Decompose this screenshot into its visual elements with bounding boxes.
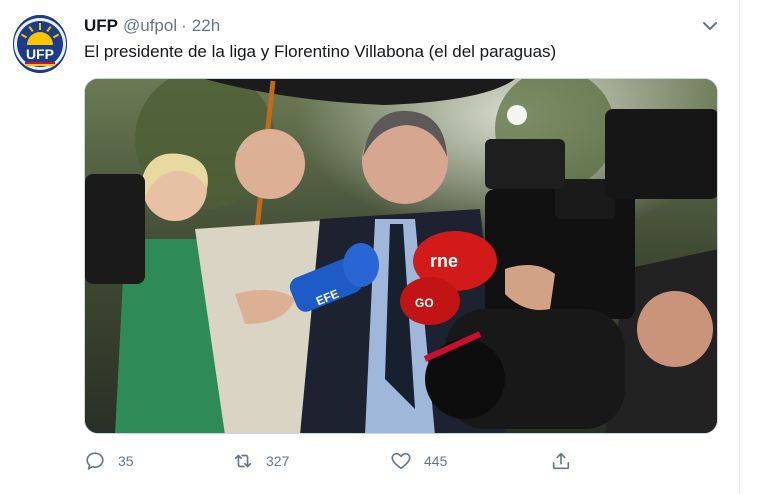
more-options-chevron-icon[interactable] xyxy=(700,18,720,34)
like-count: 445 xyxy=(424,453,448,469)
mic-label-rne: rne xyxy=(430,251,458,271)
share-icon xyxy=(552,452,570,470)
like-button[interactable]: 445 xyxy=(390,448,447,474)
reply-icon xyxy=(86,452,104,470)
tweet-timestamp[interactable]: 22h xyxy=(192,16,220,36)
mic-label-cope: GO xyxy=(415,296,434,310)
retweet-icon xyxy=(234,454,252,468)
reply-button[interactable]: 35 xyxy=(84,448,134,474)
tweet-actions: 35 327 445 xyxy=(84,448,584,474)
user-handle[interactable]: @ufpol xyxy=(123,16,177,36)
reply-count: 35 xyxy=(118,453,134,469)
avatar-text: UFP xyxy=(26,46,54,62)
press-scrum-photo: EFE rne GO xyxy=(85,79,717,433)
tweet-text: El presidente de la liga y Florentino Vi… xyxy=(84,42,557,61)
tweet-card[interactable]: UFP UFP @ufpol · 22h El presidente de la… xyxy=(0,0,740,494)
tweet-header: UFP @ufpol · 22h xyxy=(84,16,220,36)
like-icon xyxy=(391,452,411,470)
display-name[interactable]: UFP xyxy=(84,16,118,36)
share-button[interactable] xyxy=(550,448,572,474)
separator-dot: · xyxy=(181,16,187,35)
avatar[interactable]: UFP xyxy=(13,15,67,73)
retweet-count: 327 xyxy=(266,453,290,469)
tweet-photo[interactable]: EFE rne GO xyxy=(84,78,718,434)
ufp-logo: UFP xyxy=(13,15,67,73)
retweet-button[interactable]: 327 xyxy=(232,448,289,474)
